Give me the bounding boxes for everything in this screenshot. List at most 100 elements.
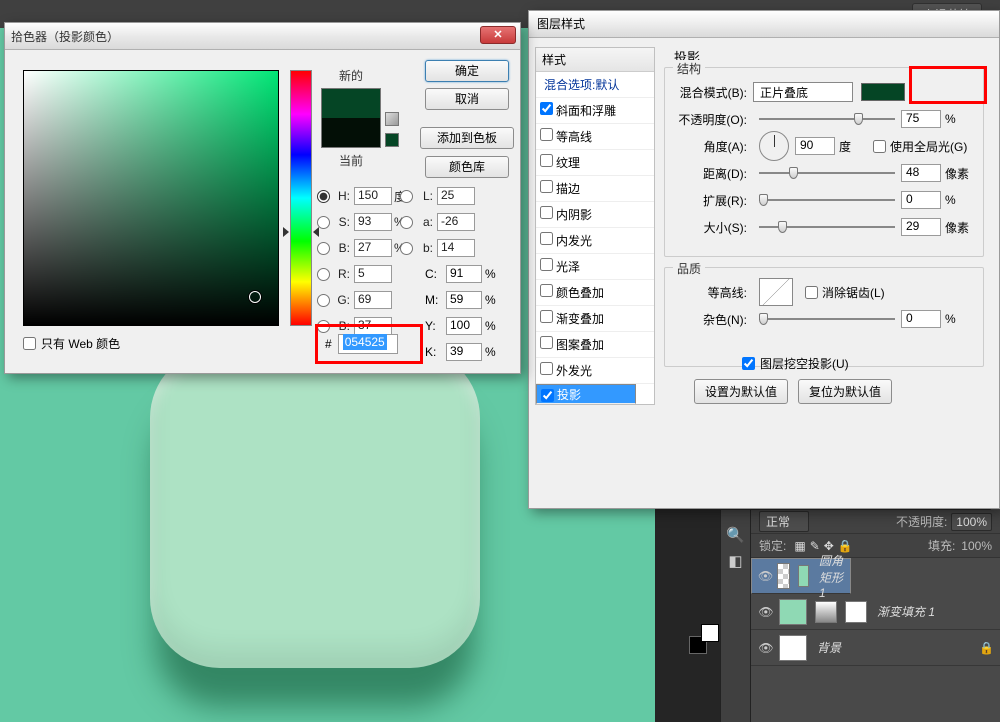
style-contour[interactable]: 等高线 [536, 124, 654, 150]
noise-input[interactable]: 0 [901, 310, 941, 328]
b2-input[interactable]: 14 [437, 239, 475, 257]
hue-slider[interactable] [290, 70, 312, 326]
layer-thumb[interactable] [779, 635, 807, 661]
global-light-checkbox[interactable]: 使用全局光(G) [873, 138, 967, 155]
blendmode-select[interactable]: 正片叠底 [753, 82, 853, 102]
r-input[interactable]: 5 [354, 265, 392, 283]
layer-adj-thumb[interactable] [815, 601, 837, 623]
shadow-color-chip[interactable] [861, 83, 905, 101]
noise-slider[interactable] [759, 311, 895, 327]
r-radio[interactable] [317, 268, 330, 281]
blend-mode-select[interactable]: 正常 [759, 511, 809, 532]
distance-slider[interactable] [759, 165, 895, 181]
antialias-checkbox[interactable]: 消除锯齿(L) [805, 284, 885, 301]
bc-radio[interactable] [317, 320, 330, 333]
a-radio[interactable] [400, 216, 413, 229]
opacity-value[interactable]: 100% [951, 513, 992, 531]
style-innerglow[interactable]: 内发光 [536, 228, 654, 254]
cancel-button[interactable]: 取消 [425, 88, 509, 110]
fill-value[interactable]: 100% [961, 539, 992, 553]
style-checkbox[interactable] [540, 310, 553, 323]
style-checkbox[interactable] [540, 128, 553, 141]
size-input[interactable]: 29 [901, 218, 941, 236]
h-radio[interactable] [317, 190, 330, 203]
web-only-checkbox[interactable]: 只有 Web 颜色 [23, 335, 120, 352]
style-checkbox[interactable] [540, 180, 553, 193]
g-input[interactable]: 69 [354, 291, 392, 309]
bc-input[interactable]: 37 [354, 317, 392, 335]
opacity-slider[interactable] [759, 111, 895, 127]
g-radio[interactable] [317, 294, 330, 307]
style-texture[interactable]: 纹理 [536, 150, 654, 176]
y-input[interactable]: 100 [446, 317, 482, 335]
add-swatch-button[interactable]: 添加到色板 [420, 127, 514, 149]
a-input[interactable]: -26 [437, 213, 475, 231]
style-checkbox[interactable] [540, 336, 553, 349]
style-patternoverlay[interactable]: 图案叠加 [536, 332, 654, 358]
size-slider[interactable] [759, 219, 895, 235]
lock-icons[interactable]: ▦✎✥🔒 [792, 539, 854, 553]
layer-item[interactable]: 👁 背景 🔒 [751, 630, 1000, 666]
spread-slider[interactable] [759, 192, 895, 208]
style-outerglow[interactable]: 外发光 [536, 358, 654, 384]
visibility-icon[interactable]: 👁 [757, 605, 775, 619]
c-input[interactable]: 91 [446, 265, 482, 283]
style-checkbox[interactable] [540, 232, 553, 245]
style-checkbox[interactable] [540, 102, 553, 115]
s-input[interactable]: 93 [354, 213, 392, 231]
s-radio[interactable] [317, 216, 330, 229]
angle-dial[interactable] [759, 131, 789, 161]
fg-color-swatch[interactable] [701, 624, 719, 642]
style-checkbox[interactable] [540, 284, 553, 297]
m-input[interactable]: 59 [446, 291, 482, 309]
style-checkbox[interactable] [540, 362, 553, 375]
opacity-input[interactable]: 75 [901, 110, 941, 128]
color-lib-button[interactable]: 颜色库 [425, 156, 509, 178]
bv-input[interactable]: 27 [354, 239, 392, 257]
contour-picker[interactable] [759, 278, 793, 306]
panel-icon[interactable]: ◧ [721, 552, 750, 570]
set-default-button[interactable]: 设置为默认值 [694, 379, 788, 404]
style-blendopt[interactable]: 混合选项:默认 [536, 72, 654, 98]
l-input[interactable]: 25 [437, 187, 475, 205]
visibility-icon[interactable]: 👁 [757, 641, 775, 655]
style-checkbox[interactable] [540, 206, 553, 219]
b2-radio[interactable] [400, 242, 413, 255]
style-checkbox[interactable] [540, 154, 553, 167]
ok-button[interactable]: 确定 [425, 60, 509, 82]
layer-thumb[interactable] [777, 563, 790, 589]
style-dropshadow[interactable]: 投影 [536, 384, 636, 404]
color-field[interactable] [23, 70, 279, 326]
h-input[interactable]: 150 [354, 187, 392, 205]
style-stroke[interactable]: 描边 [536, 176, 654, 202]
dialog-titlebar[interactable]: 拾色器（投影颜色） ✕ [5, 23, 520, 50]
spread-input[interactable]: 0 [901, 191, 941, 209]
reset-default-button[interactable]: 复位为默认值 [798, 379, 892, 404]
style-innershadow[interactable]: 内阴影 [536, 202, 654, 228]
b-radio[interactable] [317, 242, 330, 255]
layer-thumb[interactable] [779, 599, 807, 625]
layer-mask-thumb[interactable] [845, 601, 867, 623]
preview-swatches[interactable] [321, 88, 381, 148]
style-checkbox[interactable] [540, 258, 553, 271]
cube-icon[interactable] [385, 112, 399, 126]
l-radio[interactable] [400, 190, 413, 203]
k-input[interactable]: 39 [446, 343, 482, 361]
visibility-icon[interactable]: 👁 [758, 569, 773, 583]
hex-input[interactable]: 054525 [338, 334, 398, 354]
zoom-icon[interactable]: 🔍 [721, 526, 750, 544]
style-bevel[interactable]: 斜面和浮雕 [536, 98, 654, 124]
style-coloroverlay[interactable]: 颜色叠加 [536, 280, 654, 306]
layer-mask-thumb[interactable] [798, 565, 809, 587]
angle-input[interactable]: 90 [795, 137, 835, 155]
layer-item[interactable]: 👁 渐变填充 1 [751, 594, 1000, 630]
layer-item[interactable]: 👁 圆角矩形 1 [751, 558, 851, 594]
knockout-checkbox[interactable]: 图层挖空投影(U) [742, 355, 849, 372]
dialog-titlebar[interactable]: 图层样式 [529, 11, 999, 38]
distance-input[interactable]: 48 [901, 164, 941, 182]
style-checkbox[interactable] [541, 389, 554, 402]
style-satin[interactable]: 光泽 [536, 254, 654, 280]
websafe-swatch[interactable] [385, 133, 399, 147]
style-gradoverlay[interactable]: 渐变叠加 [536, 306, 654, 332]
close-button[interactable]: ✕ [480, 26, 516, 44]
